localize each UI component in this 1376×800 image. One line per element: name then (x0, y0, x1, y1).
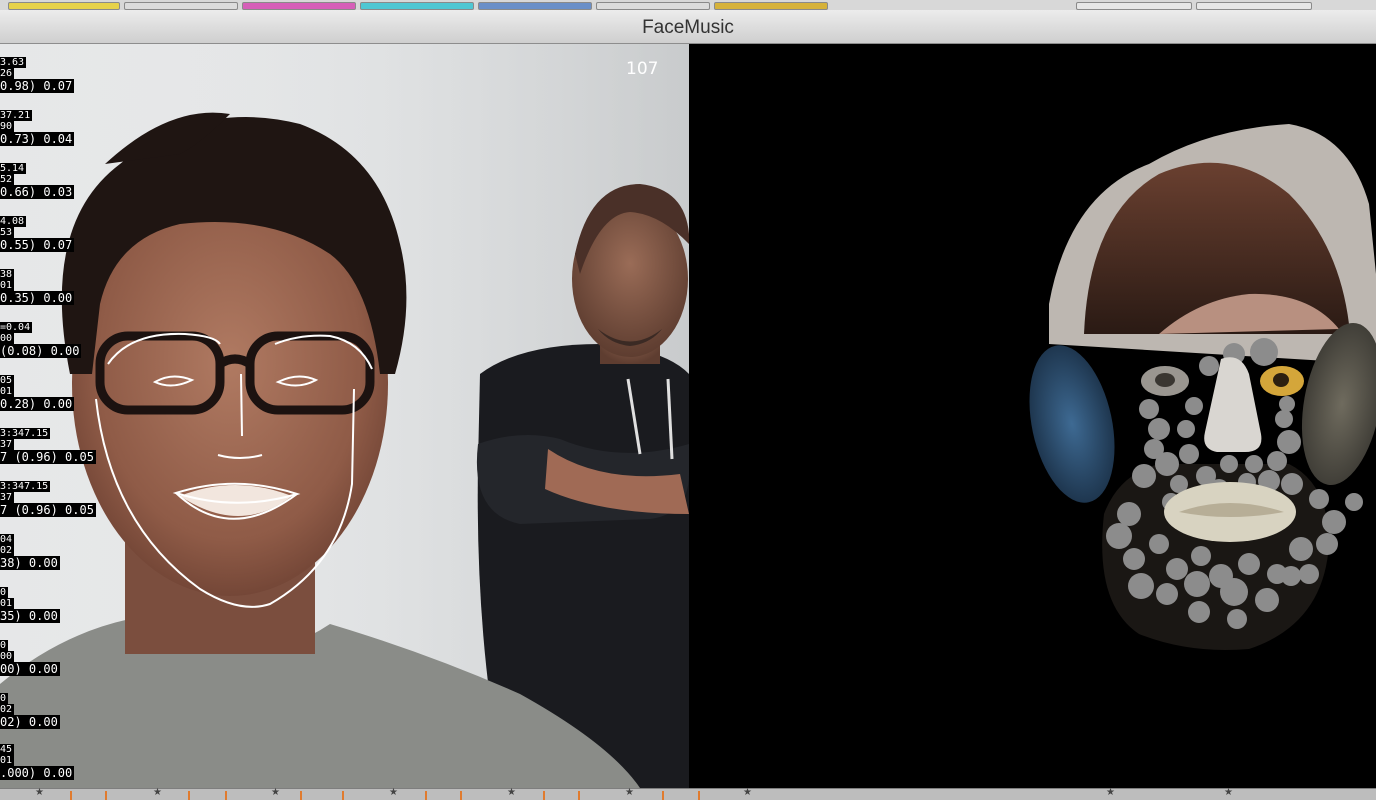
debug-line: 7 (0.96) 0.05 (0, 503, 96, 517)
camera-view: 107 3.63 26 0.98) 0.07 37.21 90 0.73) 0.… (0, 44, 689, 788)
window-titlebar[interactable]: FaceMusic (0, 10, 1376, 44)
debug-line: (0.08) 0.00 (0, 344, 82, 358)
debug-line: 7 (0.96) 0.05 (0, 450, 96, 464)
debug-line: 01 (0, 386, 15, 397)
strip-segment-blue (478, 2, 592, 10)
frame-counter: 107 (626, 59, 659, 79)
strip-segment-gray (124, 2, 238, 10)
debug-line: 3:347.15 (0, 428, 51, 439)
debug-readout-13: 45 01 .000) 0.00 (0, 744, 75, 780)
star-icon: ★ (271, 787, 280, 798)
debug-readout-3: 4.08 53 0.55) 0.07 (0, 216, 75, 252)
debug-line: 4.08 (0, 216, 27, 227)
debug-line: 00 (0, 333, 15, 344)
timeline-marker (70, 791, 72, 800)
debug-line: 0.55) 0.07 (0, 238, 75, 252)
face-collage-output (1029, 124, 1376, 650)
debug-line: 0 (0, 693, 9, 704)
debug-line: 04 (0, 534, 15, 545)
debug-line: 02 (0, 704, 15, 715)
star-icon: ★ (625, 787, 634, 798)
debug-readout-5: =0.04 00 (0.08) 0.00 (0, 322, 82, 358)
timeline-marker (460, 791, 462, 800)
debug-line: 0 (0, 640, 9, 651)
debug-line: 00 (0, 651, 15, 662)
debug-line: 45 (0, 744, 15, 755)
strip-segment-gray-3 (1076, 2, 1192, 10)
strip-segment-cyan (360, 2, 474, 10)
debug-line: 3.63 (0, 57, 27, 68)
debug-readout-7: 3:347.15 37 7 (0.96) 0.05 (0, 428, 96, 464)
debug-line: 00) 0.00 (0, 662, 60, 676)
debug-line: 38) 0.00 (0, 556, 60, 570)
debug-line: 26 (0, 68, 15, 79)
debug-line: 5.14 (0, 163, 27, 174)
background-app-timeline: ★ ★ ★ ★ ★ ★ ★ ★ ★ (0, 787, 1376, 800)
collage-output-view (689, 44, 1376, 788)
debug-line: 0.28) 0.00 (0, 397, 75, 411)
debug-line: 02) 0.00 (0, 715, 60, 729)
star-icon: ★ (1106, 787, 1115, 798)
timeline-marker (225, 791, 227, 800)
debug-readout-11: 0 00 00) 0.00 (0, 640, 60, 676)
star-icon: ★ (507, 787, 516, 798)
debug-line: 01 (0, 598, 15, 609)
timeline-marker (342, 791, 344, 800)
star-icon: ★ (389, 787, 398, 798)
debug-line: 52 (0, 174, 15, 185)
camera-scene (0, 44, 689, 788)
debug-line: 90 (0, 121, 15, 132)
timeline-marker (543, 791, 545, 800)
debug-line: 35) 0.00 (0, 609, 60, 623)
collage-left-cheek (1029, 345, 1115, 503)
debug-line: 0 (0, 587, 9, 598)
timeline-marker (578, 791, 580, 800)
debug-line: 01 (0, 755, 15, 766)
debug-readout-12: 0 02 02) 0.00 (0, 693, 60, 729)
debug-line: 3:347.15 (0, 481, 51, 492)
collage-right-pupil (1273, 373, 1289, 387)
debug-line: 37 (0, 492, 15, 503)
timeline-marker (425, 791, 427, 800)
star-icon: ★ (35, 787, 44, 798)
star-icon: ★ (153, 787, 162, 798)
debug-line: .000) 0.00 (0, 766, 75, 780)
debug-readout-10: 0 01 35) 0.00 (0, 587, 60, 623)
timeline-marker (662, 791, 664, 800)
debug-line: 02 (0, 545, 15, 556)
debug-line: 37 (0, 439, 15, 450)
debug-line: 05 (0, 375, 15, 386)
timeline-marker (105, 791, 107, 800)
collage-left-pupil (1155, 373, 1175, 387)
window-title: FaceMusic (642, 17, 734, 38)
debug-line: 53 (0, 227, 15, 238)
app-window: FaceMusic 107 3.63 26 0.98) 0.07 37.21 9… (0, 0, 1376, 800)
strip-segment-gray-4 (1196, 2, 1312, 10)
timeline-marker (300, 791, 302, 800)
debug-line: 0.98) 0.07 (0, 79, 75, 93)
debug-readout-9: 04 02 38) 0.00 (0, 534, 60, 570)
debug-line: 38 (0, 269, 15, 280)
debug-readout-4: 38 01 0.35) 0.00 (0, 269, 75, 305)
strip-segment-magenta (242, 2, 356, 10)
debug-line: 0.73) 0.04 (0, 132, 75, 146)
strip-segment-gold (714, 2, 828, 10)
debug-readout-2: 5.14 52 0.66) 0.03 (0, 163, 75, 199)
timeline-marker (698, 791, 700, 800)
timeline-marker (188, 791, 190, 800)
strip-segment-yellow (8, 2, 120, 10)
debug-readout-6: 05 01 0.28) 0.00 (0, 375, 75, 411)
star-icon: ★ (743, 787, 752, 798)
debug-readout-8: 3:347.15 37 7 (0.96) 0.05 (0, 481, 96, 517)
strip-segment-gray-2 (596, 2, 710, 10)
debug-line: 01 (0, 280, 15, 291)
debug-readout-0: 3.63 26 0.98) 0.07 (0, 57, 75, 93)
debug-line: 0.35) 0.00 (0, 291, 75, 305)
debug-line: 37.21 (0, 110, 33, 121)
debug-line: 0.66) 0.03 (0, 185, 75, 199)
debug-readout-1: 37.21 90 0.73) 0.04 (0, 110, 75, 146)
star-icon: ★ (1224, 787, 1233, 798)
debug-line: =0.04 (0, 322, 33, 333)
